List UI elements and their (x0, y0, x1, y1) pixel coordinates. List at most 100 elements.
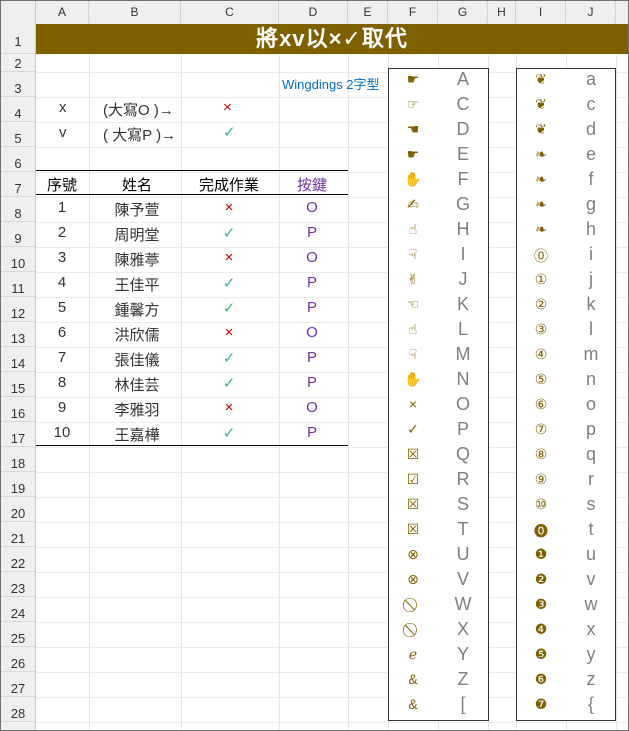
row-header-11[interactable]: 11 (1, 272, 35, 297)
homework-status: ✓ (222, 375, 236, 392)
row-header-21[interactable]: 21 (1, 522, 35, 547)
row-header-10[interactable]: 10 (1, 247, 35, 272)
homework-status: ✓ (222, 350, 236, 367)
key-character: U (456, 544, 470, 564)
key-character: v (586, 569, 596, 589)
wingdings-glyph: ⑤ (534, 371, 548, 387)
row-number: 10 (53, 424, 71, 441)
column-header-J[interactable]: J (566, 1, 616, 23)
select-all-corner[interactable] (1, 1, 36, 23)
table-top-border (36, 170, 348, 171)
row-header-2[interactable]: 2 (1, 54, 35, 72)
key-character: n (585, 369, 596, 389)
wingdings-glyph: ⑧ (534, 446, 548, 462)
key-character: N (456, 369, 470, 389)
wingdings-glyph: ☒ (406, 446, 420, 462)
student-name: 陳雅葶 (114, 252, 160, 269)
row-header-24[interactable]: 24 (1, 597, 35, 622)
wingdings-glyph: ❼ (534, 696, 548, 712)
row-header-16[interactable]: 16 (1, 397, 35, 422)
wingdings-glyph: ☝ (408, 321, 418, 337)
row-header-19[interactable]: 19 (1, 472, 35, 497)
row-header-6[interactable]: 6 (1, 147, 35, 172)
row-header-4[interactable]: 4 (1, 97, 35, 122)
row-header-17[interactable]: 17 (1, 422, 35, 447)
row-header-13[interactable]: 13 (1, 322, 35, 347)
student-name: 王佳平 (114, 277, 160, 294)
column-header-B[interactable]: B (89, 1, 181, 23)
wingdings-glyph: ☛ (406, 146, 420, 162)
header-number: 序號 (46, 177, 77, 194)
wingdings-glyph: ℯ (408, 646, 418, 662)
row-header-27[interactable]: 27 (1, 672, 35, 697)
key-character: j (589, 269, 593, 289)
key-character: D (456, 119, 470, 139)
wingdings-glyph: ✓ (407, 421, 419, 437)
row-number: 5 (57, 299, 67, 316)
wingdings-glyph: × (408, 396, 418, 412)
row-header-29[interactable]: 29 (1, 722, 35, 730)
row-header-25[interactable]: 25 (1, 622, 35, 647)
key-character: k (586, 294, 596, 314)
key-letter: O (306, 249, 318, 266)
key-character: J (458, 269, 468, 289)
wingdings-glyph: ③ (534, 321, 548, 337)
student-name: 鍾馨方 (114, 302, 160, 319)
row-number: 7 (57, 349, 67, 366)
row-header-18[interactable]: 18 (1, 447, 35, 472)
row-header-8[interactable]: 8 (1, 197, 35, 222)
column-header-D[interactable]: D (279, 1, 348, 23)
wingdings-glyph: ❷ (534, 571, 548, 587)
homework-status: × (224, 399, 234, 416)
table-header-border (36, 194, 348, 195)
key-character: Y (456, 644, 469, 664)
column-header-C[interactable]: C (181, 1, 279, 23)
row-header-bar: 1 2 3 4 5 6 7 8 9 10 11 12 13 14 15 16 17 18 19 20 21 22 23 24 2… (1, 23, 36, 730)
key-letter: P (306, 224, 317, 241)
row-header-26[interactable]: 26 (1, 647, 35, 672)
homework-status: ✓ (222, 425, 236, 442)
wingdings-glyph: ⑦ (534, 421, 548, 437)
wingdings-glyph: ⑩ (534, 496, 548, 512)
column-header-I[interactable]: I (516, 1, 566, 23)
row-header-9[interactable]: 9 (1, 222, 35, 247)
key-character: R (456, 469, 470, 489)
row-header-12[interactable]: 12 (1, 297, 35, 322)
wingdings-glyph: ⑥ (534, 396, 548, 412)
student-name: 洪欣儒 (114, 327, 160, 344)
row-header-14[interactable]: 14 (1, 347, 35, 372)
key-character: i (589, 244, 593, 264)
row-header-15[interactable]: 15 (1, 372, 35, 397)
wingdings-glyph: ❻ (534, 671, 548, 687)
row-header-7[interactable]: 7 (1, 172, 35, 197)
row-header-20[interactable]: 20 (1, 497, 35, 522)
column-header-A[interactable]: A (36, 1, 89, 23)
row-header-28[interactable]: 28 (1, 697, 35, 722)
wingdings-glyph: ❧ (535, 146, 547, 162)
wingdings-glyph: ❧ (535, 171, 547, 187)
student-name: 張佳儀 (114, 352, 160, 369)
column-header-G[interactable]: G (438, 1, 488, 23)
row-header-23[interactable]: 23 (1, 572, 35, 597)
wingdings-glyph: ☝ (408, 221, 418, 237)
key-character: x (586, 619, 596, 639)
column-header-F[interactable]: F (388, 1, 438, 23)
homework-status: ✓ (222, 225, 236, 242)
key-letter: P (306, 374, 317, 391)
key-character: [ (460, 694, 466, 714)
column-header-E[interactable]: E (348, 1, 388, 23)
title-banner[interactable]: 將xv以×✓取代 (36, 24, 628, 54)
key-character: Z (457, 669, 469, 689)
row-header-5[interactable]: 5 (1, 122, 35, 147)
column-header-H[interactable]: H (488, 1, 516, 23)
wingdings-glyph: ☒ (406, 521, 420, 537)
row-header-1[interactable]: 1 (1, 23, 35, 54)
row-number: 4 (57, 274, 67, 291)
key-character: S (456, 494, 469, 514)
key-character: o (585, 394, 596, 414)
row-header-22[interactable]: 22 (1, 547, 35, 572)
key-letter: O (306, 399, 318, 416)
key-character: I (460, 244, 466, 264)
wingdings-glyph: ⓪ (534, 248, 548, 264)
row-header-3[interactable]: 3 (1, 72, 35, 97)
